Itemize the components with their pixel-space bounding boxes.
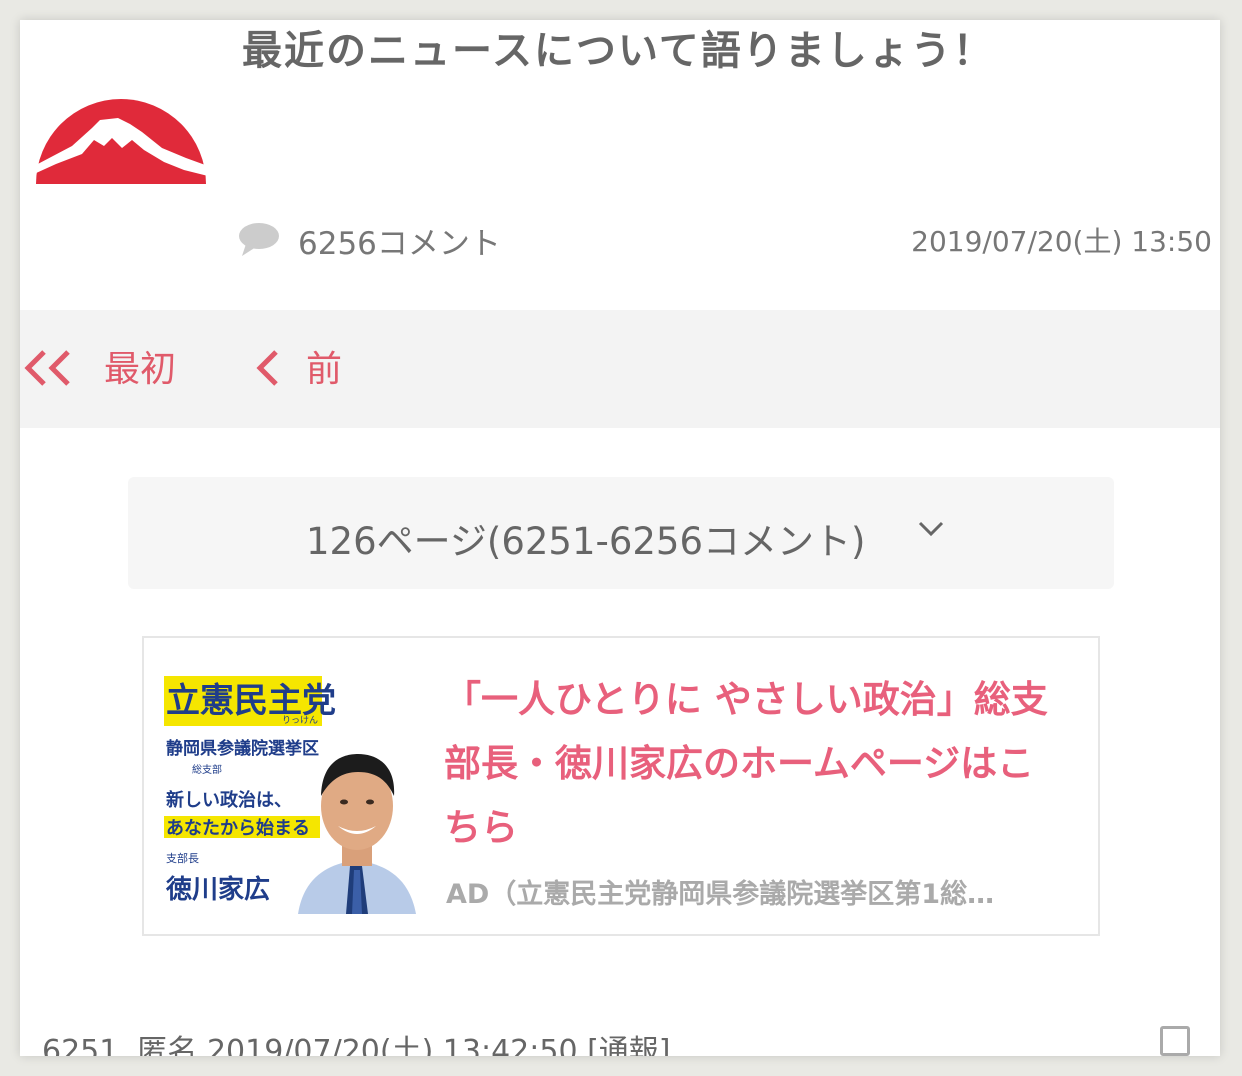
page-nav-bar: 最初 前 xyxy=(20,310,1220,428)
chevron-left-icon xyxy=(256,350,278,386)
post-date: 2019/07/20(土) 13:50 xyxy=(911,225,1212,258)
campaign-poster: 立憲民主党 りっけん 静岡県参議院選挙区 総支部 新しい政治は、 あなたから始ま… xyxy=(164,676,416,914)
report-checkbox[interactable] xyxy=(1160,1026,1190,1056)
comment-header: 6251. 匿名 2019/07/20(土) 13:42:50 [通報] xyxy=(42,1034,671,1056)
thread-meta: 6256コメント 2019/07/20(土) 13:50 xyxy=(238,216,1212,263)
ad-sponsor: AD（立憲民主党静岡県参議院選挙区第1総… xyxy=(446,879,995,910)
poster-role: 支部長 xyxy=(166,851,199,865)
nav-first-button[interactable]: 最初 xyxy=(22,340,192,394)
nav-prev-button[interactable]: 前 xyxy=(254,340,364,394)
page-frame: 最近のニュースについて語りましょう！ 6256コメント 2019/07/20(土… xyxy=(20,20,1220,1056)
poster-branch: 総支部 xyxy=(192,763,222,776)
speech-bubble-icon xyxy=(239,223,279,256)
ad-image[interactable]: 立憲民主党 りっけん 静岡県参議院選挙区 総支部 新しい政治は、 あなたから始ま… xyxy=(164,676,416,914)
page-select-label: 126ページ(6251-6256コメント) xyxy=(306,520,866,563)
poster-slogan-1: 新しい政治は、 xyxy=(166,789,292,811)
double-chevron-left-icon xyxy=(24,350,70,386)
poster-party-kana: りっけん xyxy=(282,715,318,726)
poster-party: 立憲民主党 xyxy=(166,681,336,721)
poster-slogan-2: あなたから始まる xyxy=(166,817,310,839)
comment-count[interactable]: 6256コメント xyxy=(298,218,501,263)
poster-district: 静岡県参議院選挙区 xyxy=(166,738,319,759)
ad-headline[interactable]: 「一人ひとりに やさしい政治」総支部長・徳川家広のホームページはこちら xyxy=(444,668,1054,860)
site-logo[interactable] xyxy=(34,62,208,184)
ad-banner[interactable]: 立憲民主党 りっけん 静岡県参議院選挙区 総支部 新しい政治は、 あなたから始ま… xyxy=(142,636,1100,936)
chevron-down-icon xyxy=(918,521,944,537)
nav-prev-label: 前 xyxy=(306,349,343,390)
page-select-dropdown[interactable]: 126ページ(6251-6256コメント) xyxy=(128,477,1114,589)
poster-name: 徳川家広 xyxy=(165,874,270,905)
thread-title: 最近のニュースについて語りましょう！ xyxy=(242,28,995,74)
nav-first-label: 最初 xyxy=(104,349,177,390)
